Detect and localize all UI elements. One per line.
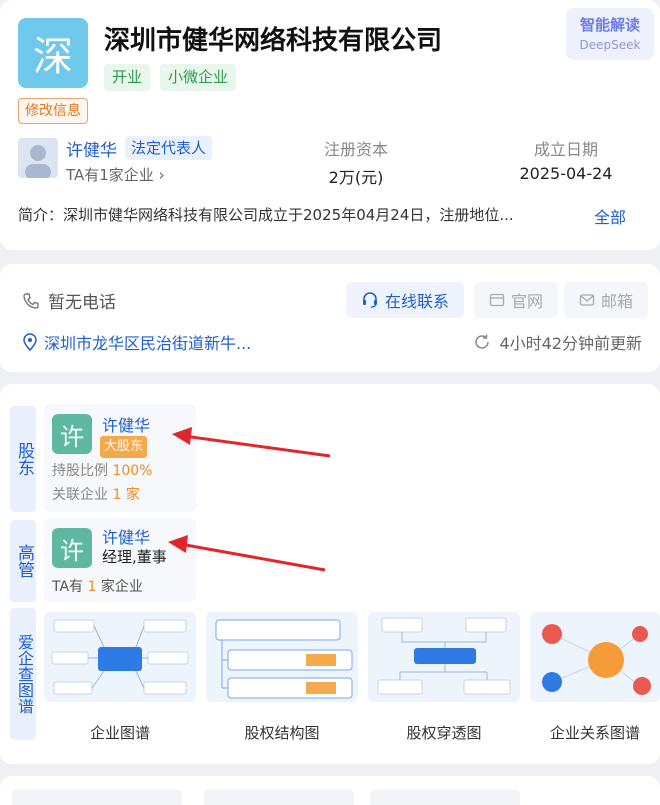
- equity-penetration-icon: [377, 617, 511, 695]
- bottom-tabs-card: [0, 776, 660, 805]
- website-label: 官网: [510, 292, 543, 311]
- website-button[interactable]: 官网: [474, 282, 558, 318]
- company-intro: 简介：深圳市健华网络科技有限公司成立于2025年04月24日，注册地位...: [18, 204, 514, 225]
- arrow-icon: [172, 427, 331, 458]
- intro-more-link[interactable]: 全部: [594, 204, 626, 228]
- edit-info-button[interactable]: 修改信息: [18, 98, 88, 124]
- enterprise-graph-thumbnail[interactable]: [44, 612, 196, 702]
- bottom-tab-2[interactable]: [204, 790, 354, 805]
- address-row[interactable]: 深圳市龙华区民治街道新牛...: [22, 330, 251, 354]
- enterprise-graph-label[interactable]: 企业图谱: [44, 722, 196, 743]
- graphs-label-text: 爱企查图谱: [15, 634, 34, 714]
- headset-icon: [362, 292, 377, 308]
- registered-capital-label: 注册资本: [323, 140, 388, 159]
- arrow-icon: [168, 535, 326, 572]
- ai-interpret-subtitle: DeepSeek: [579, 38, 641, 52]
- website-icon: [489, 293, 505, 307]
- company-logo-char: 深: [33, 34, 73, 80]
- person-icon: [25, 145, 51, 178]
- graphs-section-label[interactable]: 爱企查图谱: [10, 608, 36, 740]
- email-button[interactable]: 邮箱: [564, 282, 648, 318]
- bottom-tab-1[interactable]: [12, 790, 182, 805]
- legal-rep-avatar[interactable]: [18, 138, 58, 178]
- established-date-label: 成立日期: [533, 140, 598, 159]
- phone-text: 暂无电话: [48, 293, 116, 313]
- update-text: 4小时42分钟前更新: [499, 334, 642, 353]
- legal-rep-name[interactable]: 许健华: [66, 136, 117, 161]
- phone-icon: [23, 292, 39, 309]
- equity-penetration-label[interactable]: 股权穿透图: [368, 722, 520, 743]
- status-tag-smb: 小微企业: [160, 64, 237, 91]
- company-name: 深圳市健华网络科技有限公司: [104, 26, 443, 56]
- status-tag-open: 开业: [104, 64, 151, 91]
- bottom-tab-3[interactable]: [370, 790, 520, 805]
- enterprise-relation-thumbnail[interactable]: [530, 612, 660, 702]
- enterprise-graph-icon: [51, 619, 189, 695]
- equity-structure-label[interactable]: 股权结构图: [206, 722, 358, 743]
- established-date-value: 2025-04-24: [519, 164, 613, 183]
- mail-icon: [579, 294, 595, 306]
- contact-card: 暂无电话 在线联系 官网 邮箱 深圳市龙华区民治街道新牛... 4小时42分钟前…: [0, 264, 660, 372]
- refresh-icon: [475, 334, 490, 349]
- address-text: 深圳市龙华区民治街道新牛...: [44, 334, 252, 353]
- legal-rep-enterprises: TA有1家企业: [66, 166, 154, 184]
- intro-label: 简介：: [18, 206, 64, 224]
- legal-rep-enterprises-link[interactable]: TA有1家企业 ›: [66, 164, 165, 185]
- enterprise-relation-label[interactable]: 企业关系图谱: [530, 722, 660, 743]
- chevron-right-icon: ›: [158, 166, 165, 184]
- annotation-arrows: [168, 427, 331, 572]
- online-contact-button[interactable]: 在线联系: [346, 282, 464, 318]
- ai-interpret-title: 智能解读: [579, 16, 640, 34]
- enterprise-relation-icon: [542, 624, 651, 695]
- company-logo: 深: [18, 18, 88, 88]
- equity-structure-thumbnail[interactable]: [206, 612, 358, 702]
- ai-interpret-button[interactable]: 智能解读 DeepSeek: [566, 8, 654, 60]
- equity-penetration-thumbnail[interactable]: [368, 612, 520, 702]
- update-row[interactable]: 4小时42分钟前更新: [473, 330, 642, 354]
- legal-rep-role-badge: 法定代表人: [125, 136, 213, 160]
- equity-structure-icon: [215, 619, 353, 699]
- online-contact-label: 在线联系: [384, 292, 449, 311]
- registered-capital-value: 2万(元): [328, 168, 384, 187]
- email-label: 邮箱: [600, 292, 633, 311]
- location-pin-icon: [23, 333, 37, 351]
- people-graph-card: 股东 许 许健华 大股东 持股比例 100% 关联企业 1 家 高管 许 许健华…: [0, 384, 660, 764]
- intro-text: 深圳市健华网络科技有限公司成立于2025年04月24日，注册地位...: [63, 206, 514, 224]
- company-header-card: 深 深圳市健华网络科技有限公司 开业 小微企业 修改信息 智能解读 DeepSe…: [0, 0, 660, 250]
- phone-row[interactable]: 暂无电话: [22, 288, 116, 313]
